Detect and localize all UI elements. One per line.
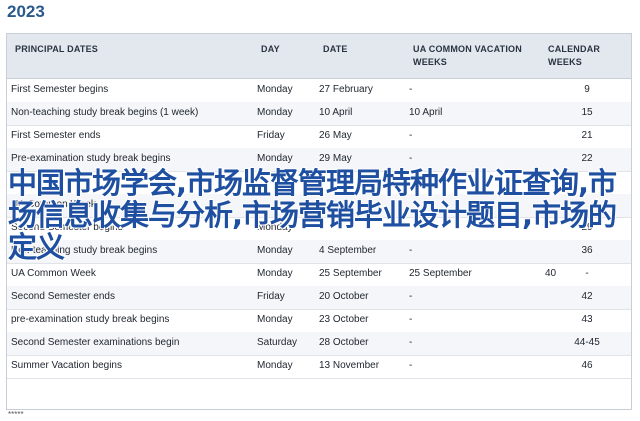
row-ua-vacation: - <box>409 314 413 325</box>
table-header: PRINCIPAL DATES DAY DATE UA COMMON VACAT… <box>7 34 631 79</box>
header-ua-common-vacation-weeks: UA COMMON VACATION WEEKS <box>413 44 522 67</box>
row-ua-vacation: - <box>409 130 413 141</box>
row-day: Monday <box>257 84 293 95</box>
row-day: Monday <box>257 360 293 371</box>
footnote: ***** <box>8 410 24 419</box>
table-row: Second Semester examinations begin Saturd… <box>7 332 631 356</box>
table-row: First Semester begins Monday 27 February - 9 <box>7 79 631 103</box>
header-date: DATE <box>323 44 348 54</box>
row-calendar-week: 46 <box>581 360 593 371</box>
header-calendar-weeks: CALENDAR WEEKS <box>548 44 601 67</box>
row-ua-week-number: 40 <box>545 268 557 279</box>
row-event-name: Second Semester examinations begin <box>11 337 180 348</box>
table-row: Summer Vacation begins Monday 13 November -… <box>7 355 631 379</box>
row-date: 25 September <box>319 268 382 279</box>
overlay-banner-text: 中国市场学会,市场监督管理局特种作业证查询,市场信息收集与分析,市场营销毕业设计… <box>8 166 617 264</box>
row-ua-vacation: - <box>409 84 413 95</box>
row-ua-vacation: - <box>409 337 413 348</box>
table-row: First Semester ends Friday 26 May - 21 <box>7 125 631 149</box>
row-day: Friday <box>257 130 285 141</box>
row-date: 27 February <box>319 84 373 95</box>
row-day: Monday <box>257 314 293 325</box>
row-day: Saturday <box>257 337 298 348</box>
table-row: UA Common Week Monday 25 September 25 Septe… <box>7 263 631 287</box>
table-row: pre-examination study break begins Monday… <box>7 309 631 333</box>
row-event-name: Second Semester ends <box>11 291 115 302</box>
row-date: 13 November <box>319 360 380 371</box>
row-ua-vacation: - <box>409 291 413 302</box>
row-calendar-week: 44-45 <box>574 337 600 348</box>
row-date: 29 May <box>319 153 352 164</box>
row-date: 20 October <box>319 291 369 302</box>
row-event-name: Pre-examination study break begins <box>11 153 171 164</box>
row-calendar-week: 43 <box>581 314 593 325</box>
row-date: 10 April <box>319 107 353 118</box>
row-date: 28 October <box>319 337 369 348</box>
table-row: Second Semester ends Friday 20 October - 42 <box>7 286 631 310</box>
row-calendar-week: 21 <box>581 130 593 141</box>
row-day: Monday <box>257 268 293 279</box>
row-ua-vacation: - <box>409 153 413 164</box>
row-date: 23 October <box>319 314 369 325</box>
row-ua-vacation: 10 April <box>409 107 443 118</box>
year-heading: 2023 <box>7 2 45 21</box>
row-calendar-week: 42 <box>581 291 593 302</box>
row-ua-vacation: - <box>409 360 413 371</box>
row-event-name: First Semester ends <box>11 130 101 141</box>
row-calendar-week: 22 <box>581 153 593 164</box>
table-row: Non-teaching study break begins (1 week)… <box>7 102 631 126</box>
row-event-name: First Semester begins <box>11 84 109 95</box>
row-day: Friday <box>257 291 285 302</box>
row-event-name: Summer Vacation begins <box>11 360 122 371</box>
row-day: Monday <box>257 107 293 118</box>
row-calendar-week: 9 <box>584 84 590 95</box>
row-event-name: Non-teaching study break begins (1 week) <box>11 107 199 118</box>
header-day: DAY <box>261 44 280 54</box>
row-day: Monday <box>257 153 293 164</box>
row-event-name: pre-examination study break begins <box>11 314 170 325</box>
header-principal-dates: PRINCIPAL DATES <box>15 44 99 54</box>
row-calendar-week: - <box>585 268 589 279</box>
row-ua-vacation: 25 September <box>409 268 472 279</box>
row-calendar-week: 15 <box>581 107 593 118</box>
row-event-name: UA Common Week <box>11 268 96 279</box>
row-date: 26 May <box>319 130 352 141</box>
